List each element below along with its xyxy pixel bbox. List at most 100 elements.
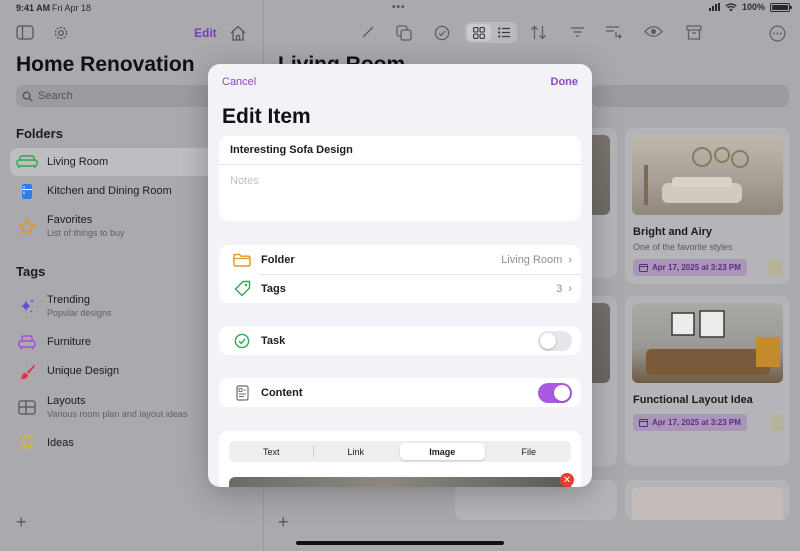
grid-view-icon[interactable]	[473, 27, 485, 39]
checkmark-circle-icon	[230, 333, 254, 349]
sidebar-toolbar: Edit	[0, 22, 264, 44]
sheet-title: Edit Item	[222, 105, 311, 128]
item-card-bright-and-airy[interactable]: Bright and Airy One of the favorite styl…	[625, 128, 790, 284]
tags-heading: Tags	[16, 264, 46, 279]
tags-label: Tags	[261, 282, 286, 295]
folder-tags-group: Folder Living Room › Tags 3 ›	[219, 245, 581, 303]
segment-image[interactable]: Image	[400, 443, 485, 460]
card-date: Apr 17, 2025 at 3:23 PM	[652, 418, 741, 427]
content-group: Content	[219, 378, 581, 407]
date-chip: Apr 17, 2025 at 3:23 PM	[633, 259, 747, 276]
image-preview	[229, 477, 571, 487]
toggle-knob	[540, 332, 556, 349]
task-row: Task	[219, 326, 581, 355]
sidebar-toggle-icon[interactable]	[16, 25, 34, 45]
move-to-list-icon[interactable]	[605, 25, 622, 44]
task-label: Task	[261, 334, 286, 347]
main-search-field[interactable]	[592, 85, 789, 107]
tags-count: 3	[556, 282, 563, 295]
edit-button[interactable]: Edit	[194, 26, 217, 40]
pencil-icon[interactable]	[361, 25, 375, 44]
fridge-icon	[16, 183, 38, 200]
item-card[interactable]	[625, 480, 790, 520]
filter-lines-icon[interactable]	[570, 25, 585, 43]
card-image	[632, 303, 783, 383]
lightbulb-icon	[16, 434, 38, 452]
home-icon[interactable]	[229, 25, 247, 46]
content-type-segmented-control[interactable]: Text Link Image File	[229, 441, 571, 462]
tag-icon	[230, 280, 254, 297]
eye-icon[interactable]	[644, 25, 663, 43]
add-folder-plus-icon[interactable]: +	[16, 512, 27, 533]
sidebar-item-label: Unique Design	[47, 365, 120, 377]
card-image	[632, 487, 783, 520]
sidebar-item-label: Trending	[47, 294, 91, 306]
more-ellipsis-icon[interactable]	[769, 25, 786, 47]
item-name-field[interactable]: Interesting Sofa Design	[219, 136, 581, 165]
status-date: Fri Apr 18	[52, 3, 92, 13]
duplicate-icon[interactable]	[396, 25, 412, 46]
sidebar-item-label: Layouts	[47, 395, 86, 407]
wifi-icon	[725, 2, 737, 11]
sidebar-item-label: Living Room	[47, 156, 109, 168]
sidebar-item-label: Kitchen and Dining Room	[47, 185, 172, 197]
card-title: Functional Layout Idea	[633, 394, 753, 406]
content-row: Content	[219, 378, 581, 407]
sort-arrows-icon[interactable]	[530, 25, 547, 45]
search-icon	[22, 91, 33, 101]
gear-icon[interactable]	[53, 25, 69, 46]
segment-text[interactable]: Text	[229, 441, 314, 462]
chevron-right-icon: ›	[568, 282, 572, 295]
tag-chip	[770, 414, 784, 431]
folder-row[interactable]: Folder Living Room ›	[219, 245, 581, 274]
layout-grid-icon	[16, 399, 38, 415]
sidebar-item-subtitle: Various room plan and layout ideas	[47, 409, 188, 419]
done-button[interactable]: Done	[551, 76, 579, 88]
add-item-plus-icon[interactable]: +	[278, 512, 289, 533]
list-view-icon[interactable]	[498, 27, 510, 38]
content-label: Content	[261, 386, 303, 399]
status-time: 9:41 AM	[16, 3, 51, 13]
task-toggle[interactable]	[538, 330, 572, 351]
sparkles-icon	[16, 298, 38, 315]
tags-row[interactable]: Tags 3 ›	[219, 274, 581, 303]
sidebar-title: Home Renovation	[16, 53, 195, 76]
battery-percent: 100%	[741, 2, 765, 12]
remove-image-icon[interactable]: ✕	[560, 473, 574, 487]
battery-icon	[770, 2, 792, 12]
segment-file[interactable]: File	[487, 441, 572, 462]
sidebar-item-subtitle: List of things to buy	[47, 228, 125, 238]
tag-chip	[768, 259, 782, 276]
card-subtitle: One of the favorite styles	[633, 242, 733, 252]
date-chip: Apr 17, 2025 at 3:23 PM	[633, 414, 747, 431]
status-bar: 9:41 AM Fri Apr 18 ••• 100%	[0, 0, 800, 16]
segment-link[interactable]: Link	[314, 441, 399, 462]
archive-box-icon[interactable]	[686, 25, 702, 45]
toggle-knob	[554, 384, 570, 401]
card-date: Apr 17, 2025 at 3:23 PM	[652, 263, 741, 272]
calendar-icon	[639, 419, 648, 427]
folder-icon	[230, 253, 254, 267]
sidebar-item-label: Furniture	[47, 336, 92, 348]
folders-heading: Folders	[16, 126, 63, 141]
card-image	[632, 135, 783, 215]
document-content-icon	[230, 384, 254, 401]
edit-item-sheet: Cancel Done Edit Item Interesting Sofa D…	[208, 64, 592, 487]
chevron-right-icon: ›	[568, 253, 572, 266]
content-toggle[interactable]	[538, 382, 572, 403]
card-title: Bright and Airy	[633, 226, 713, 238]
home-indicator[interactable]	[296, 541, 504, 545]
name-notes-group: Interesting Sofa Design Notes	[219, 136, 581, 221]
item-card-functional-layout[interactable]: Functional Layout Idea Apr 17, 2025 at 3…	[625, 296, 790, 466]
notes-field[interactable]: Notes	[219, 165, 581, 197]
main-toolbar	[265, 22, 800, 44]
sofa-icon	[16, 155, 38, 169]
cancel-button[interactable]: Cancel	[222, 76, 256, 88]
view-mode-segmented-control[interactable]	[465, 22, 517, 43]
folder-label: Folder	[261, 253, 295, 266]
multitasking-dots-icon[interactable]: •••	[392, 2, 406, 13]
star-icon	[16, 218, 38, 235]
search-placeholder: Search	[38, 90, 73, 102]
sidebar-item-subtitle: Popular designs	[47, 308, 112, 318]
checkmark-circle-icon[interactable]	[434, 25, 450, 46]
